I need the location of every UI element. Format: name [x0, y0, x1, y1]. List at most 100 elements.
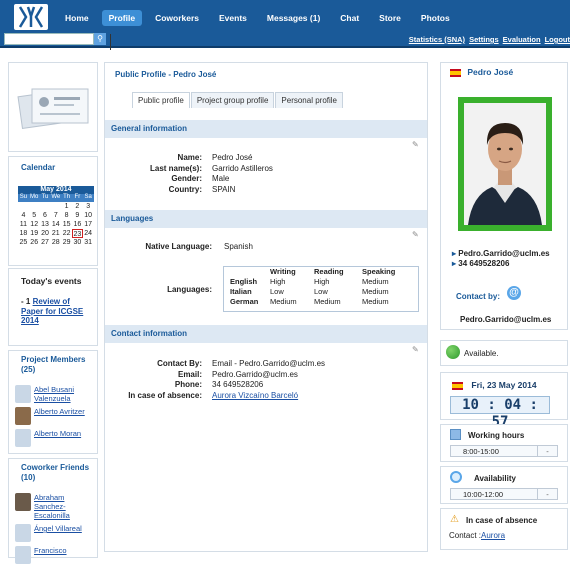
- languages-table-cell: [224, 267, 270, 277]
- nav-item[interactable]: Profile: [101, 10, 143, 26]
- languages-table-row: German Medium Medium Medium: [224, 297, 418, 307]
- calendar-day[interactable]: 25: [18, 238, 29, 247]
- nav-item[interactable]: Coworkers: [148, 10, 206, 26]
- calendar-day[interactable]: 26: [29, 238, 40, 247]
- search-input[interactable]: [4, 33, 94, 45]
- calendar-day[interactable]: 1: [61, 202, 72, 211]
- nav-item[interactable]: Chat: [333, 10, 366, 26]
- calendar-day[interactable]: 28: [50, 238, 61, 247]
- calendar-day[interactable]: 31: [83, 238, 94, 247]
- languages-table-cell: Speaking: [362, 267, 396, 276]
- todays-events-title: Today's events: [21, 276, 82, 286]
- field-value: Email - Pedro.Garrido@uclm.es: [212, 359, 326, 368]
- calendar-day[interactable]: 8: [61, 211, 72, 220]
- status-text: Available.: [464, 349, 499, 358]
- top-link[interactable]: Settings: [469, 35, 499, 44]
- nav-item[interactable]: Home: [58, 10, 96, 26]
- nav-item[interactable]: Store: [372, 10, 408, 26]
- calendar-day[interactable]: 14: [50, 220, 61, 229]
- calendar-week: 123: [18, 202, 94, 211]
- avatar: [15, 546, 31, 564]
- field-label: Gender:: [171, 174, 202, 183]
- nav-item[interactable]: Messages (1): [260, 10, 327, 26]
- calendar-day[interactable]: 18: [18, 229, 29, 238]
- person-link[interactable]: Alberto Moran: [34, 429, 94, 438]
- calendar-day[interactable]: 19: [29, 229, 40, 238]
- calendar-day-header: Tu: [41, 194, 49, 200]
- working-hours-label: Working hours: [468, 431, 525, 440]
- calendar-month: May 2014: [18, 186, 94, 194]
- calendar-day[interactable]: 24: [83, 229, 94, 238]
- calendar-day[interactable]: 10: [83, 211, 94, 220]
- calendar-day[interactable]: 17: [83, 220, 94, 229]
- top-link[interactable]: Logout: [545, 35, 570, 44]
- calendar-day[interactable]: 21: [50, 229, 61, 238]
- coworker-friends-title: Coworker Friends (10): [21, 463, 90, 482]
- calendar-day[interactable]: 30: [72, 238, 83, 247]
- calendar-day[interactable]: 16: [72, 220, 83, 229]
- calendar-day[interactable]: 11: [18, 220, 29, 229]
- email-at-icon[interactable]: @: [507, 286, 521, 300]
- nav-item[interactable]: Events: [212, 10, 254, 26]
- field-value[interactable]: Aurora Vizcaíno Barceló: [212, 391, 298, 400]
- calendar-week: 18 19 20 21 22 23 24: [18, 229, 94, 238]
- profile-tab[interactable]: Personal profile: [275, 92, 343, 108]
- avatar: [15, 493, 31, 511]
- profile-card-header: Pedro José: [450, 67, 513, 77]
- nav-item[interactable]: Photos: [414, 10, 457, 26]
- calendar-day[interactable]: 13: [40, 220, 51, 229]
- absence-contact: Contact :Aurora: [449, 531, 506, 540]
- absence-label: In case of absence: [466, 516, 538, 525]
- calendar-day[interactable]: 20: [40, 229, 51, 238]
- calendar-week: 11 12 13 14 15 16 17: [18, 220, 94, 229]
- languages-table: Writing Reading Speaking English High High Med…: [223, 266, 419, 312]
- available-status-icon[interactable]: [446, 345, 460, 359]
- event-link[interactable]: Review of Paper for ICGSE 2014: [21, 297, 83, 325]
- app-logo[interactable]: [14, 4, 48, 30]
- edit-contact-icon[interactable]: ✎: [412, 345, 420, 354]
- calendar-day[interactable]: 29: [61, 238, 72, 247]
- search-icon[interactable]: ⚲: [94, 33, 106, 45]
- person-link[interactable]: Abraham Sanchez-Escalonilla: [34, 493, 94, 520]
- spain-flag-icon: [450, 68, 461, 77]
- top-link[interactable]: Evaluation: [503, 35, 541, 44]
- warning-icon: ⚠: [450, 514, 459, 525]
- calendar-day[interactable]: 7: [50, 211, 61, 220]
- person-link[interactable]: Ángel Villareal: [34, 524, 94, 533]
- calendar-day[interactable]: 3: [83, 202, 94, 211]
- contact-summary: ▸ Pedro.Garrido@uclm.es ▸ 34 649528206: [452, 249, 550, 269]
- calendar-day[interactable]: 15: [61, 220, 72, 229]
- top-navbar: Home Profile Coworkers Events Messages (1) Ch…: [0, 0, 570, 48]
- availability-select[interactable]: 10:00-12:00-: [450, 488, 558, 500]
- calendar-day[interactable]: 5: [29, 211, 40, 220]
- edit-languages-icon[interactable]: ✎: [412, 230, 420, 239]
- absence-contact-link[interactable]: Aurora: [481, 531, 505, 540]
- field-value: SPAIN: [212, 184, 236, 194]
- calendar-today[interactable]: 23: [71, 229, 83, 238]
- person-link[interactable]: Alberto Avritzer: [34, 407, 94, 416]
- languages-table-cell: Italian: [230, 287, 252, 296]
- contact-info-header: Contact information: [105, 325, 427, 343]
- person-link[interactable]: Abel Busani Valenzuela: [34, 385, 94, 403]
- languages-table-cell: Medium: [270, 297, 297, 306]
- calendar-day-header: Fr: [74, 194, 81, 200]
- languages-table-cell: Medium: [362, 277, 389, 286]
- profile-card-name: Pedro José: [467, 67, 514, 77]
- calendar-day[interactable]: 12: [29, 220, 40, 229]
- text-cursor: [110, 34, 111, 50]
- edit-general-icon[interactable]: ✎: [412, 140, 420, 149]
- working-hours-select[interactable]: 8:00-15:00-: [450, 445, 558, 457]
- person-link[interactable]: Francisco: [34, 546, 94, 555]
- field-value: Pedro.Garrido@uclm.es: [212, 369, 298, 379]
- top-link[interactable]: Statistics (SNA): [409, 35, 465, 44]
- calendar-day[interactable]: 4: [18, 211, 29, 220]
- calendar-day[interactable]: 9: [72, 211, 83, 220]
- calendar-day-header: We: [51, 194, 61, 200]
- profile-tab[interactable]: Public profile: [132, 92, 190, 108]
- calendar-day[interactable]: 22: [61, 229, 72, 238]
- main-nav: Home Profile Coworkers Events Messages (1) Ch…: [58, 10, 463, 26]
- calendar-day[interactable]: 6: [40, 211, 51, 220]
- calendar-day[interactable]: 2: [72, 202, 83, 211]
- profile-tab[interactable]: Project group profile: [190, 92, 275, 108]
- calendar-day[interactable]: 27: [40, 238, 51, 247]
